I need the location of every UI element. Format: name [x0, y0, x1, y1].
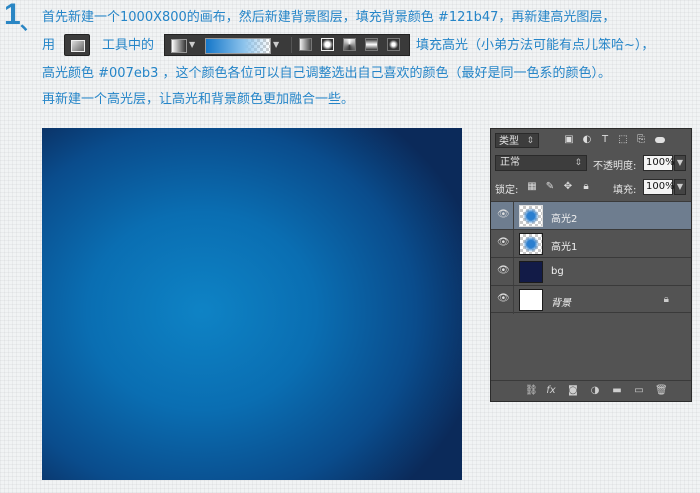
layer-row[interactable]: 👁︎ bg: [491, 257, 691, 286]
eye-icon[interactable]: 👁︎: [497, 266, 510, 276]
eye-icon[interactable]: 👁︎: [497, 238, 510, 248]
layer-thumbnail: [519, 205, 543, 227]
panel-footer: ⛓ fx ◙ ◑ ▬ ▭ 🗑︎: [491, 380, 691, 401]
smart-object-filter-icon[interactable]: ⎘: [635, 134, 647, 146]
fill-field[interactable]: 100%: [643, 179, 675, 195]
layer-name: 高光1: [551, 242, 578, 253]
opacity-field[interactable]: 100%: [643, 155, 675, 171]
gradient-editor-swatch: [205, 38, 271, 54]
canvas-preview: [42, 128, 462, 480]
chevron-icon: ⇕: [574, 158, 582, 168]
instruction-line-2-prefix: 用: [42, 38, 56, 53]
layers-panel: 类型 ⇕ ▣ ◐ T ⬚ ⎘ 正常 ⇕ 不透明度: 100% ▼ 锁定: ▦ ✎…: [490, 128, 692, 402]
chevron-down-icon[interactable]: ▼: [674, 179, 686, 195]
trash-icon[interactable]: 🗑︎: [655, 385, 668, 397]
lock-icon: 🔒︎: [663, 294, 669, 305]
link-layers-icon[interactable]: ⛓: [525, 385, 538, 397]
lock-label: 锁定:: [495, 185, 519, 196]
instruction-line-2-mid: 工具中的: [102, 38, 155, 53]
type-filter-icon[interactable]: T: [599, 134, 611, 146]
divider: [291, 37, 292, 53]
chevron-down-icon: ▼: [273, 40, 280, 49]
instruction-line-4: 再新建一个高光层，让高光和背景颜色更加融合一些。: [42, 92, 355, 107]
step-number: 1: [4, 0, 21, 31]
linear-gradient-icon: [299, 38, 312, 51]
adjustment-layer-icon[interactable]: ◑: [589, 385, 601, 397]
layer-filter-row: 类型 ⇕ ▣ ◐ T ⬚ ⎘: [491, 129, 691, 153]
gradient-tool-icon: [64, 34, 90, 56]
adjustment-filter-icon[interactable]: ◐: [581, 134, 593, 146]
layer-row[interactable]: 👁︎ 高光2: [491, 201, 691, 230]
kind-filter-select[interactable]: 类型 ⇕: [495, 133, 539, 148]
radial-gradient-icon: [321, 38, 334, 51]
divider: [513, 230, 514, 258]
kind-filter-label: 类型: [499, 136, 519, 147]
lock-transparent-icon[interactable]: ▦: [527, 182, 537, 192]
layer-thumbnail: [519, 261, 543, 283]
instruction-line-2-suffix: 填充高光（小弟方法可能有点儿笨哈~），: [416, 38, 655, 53]
chevron-down-icon[interactable]: ▼: [674, 155, 686, 171]
blend-mode-select[interactable]: 正常 ⇕: [495, 155, 587, 171]
lock-position-icon[interactable]: ✥: [563, 182, 573, 192]
opacity-label: 不透明度:: [593, 161, 637, 172]
instruction-line-1: 首先新建一个1000X800的画布，然后新建背景图层，填充背景颜色 #121b4…: [42, 10, 616, 25]
fx-icon[interactable]: fx: [545, 385, 557, 397]
pixel-filter-icon[interactable]: ▣: [563, 134, 575, 146]
filter-toggle-icon[interactable]: [655, 137, 665, 143]
blend-row: 正常 ⇕ 不透明度: 100% ▼: [491, 155, 691, 175]
layer-name: 高光2: [551, 214, 578, 225]
layer-name: bg: [551, 266, 564, 277]
lock-brush-icon[interactable]: ✎: [545, 182, 555, 192]
divider: [513, 202, 514, 230]
diamond-gradient-icon: [387, 38, 400, 51]
gradient-options-bar: ▼ ▼: [164, 34, 410, 56]
chevron-down-icon: ▼: [189, 40, 196, 49]
layer-row[interactable]: 👁︎ 背景 🔒︎: [491, 285, 691, 314]
eye-icon[interactable]: 👁︎: [497, 210, 510, 220]
layer-thumbnail: [519, 233, 543, 255]
layer-row[interactable]: 👁︎ 高光1: [491, 229, 691, 258]
shape-filter-icon[interactable]: ⬚: [617, 134, 629, 146]
new-group-icon[interactable]: ▬: [611, 385, 623, 397]
divider: [513, 258, 514, 286]
lock-all-icon[interactable]: 🔒︎: [581, 182, 591, 192]
reflected-gradient-icon: [365, 38, 378, 51]
add-mask-icon[interactable]: ◙: [567, 385, 579, 397]
blend-mode-value: 正常: [500, 157, 520, 168]
gradient-preset-icon: [171, 39, 187, 53]
layer-name: 背景: [551, 298, 571, 309]
instruction-line-3: 高光颜色 #007eb3 ，这个颜色各位可以自己调整选出自己喜欢的颜色（最好是同…: [42, 66, 611, 81]
new-layer-icon[interactable]: ▭: [633, 385, 645, 397]
eye-icon[interactable]: 👁︎: [497, 294, 510, 304]
lock-row: 锁定: ▦ ✎ ✥ 🔒︎ 填充: 100% ▼: [491, 179, 691, 199]
divider: [513, 286, 514, 314]
layer-thumbnail: [519, 289, 543, 311]
fill-label: 填充:: [613, 185, 637, 196]
angle-gradient-icon: [343, 38, 356, 51]
chevron-icon: ⇕: [526, 136, 534, 146]
step-separator: 、: [20, 12, 40, 34]
